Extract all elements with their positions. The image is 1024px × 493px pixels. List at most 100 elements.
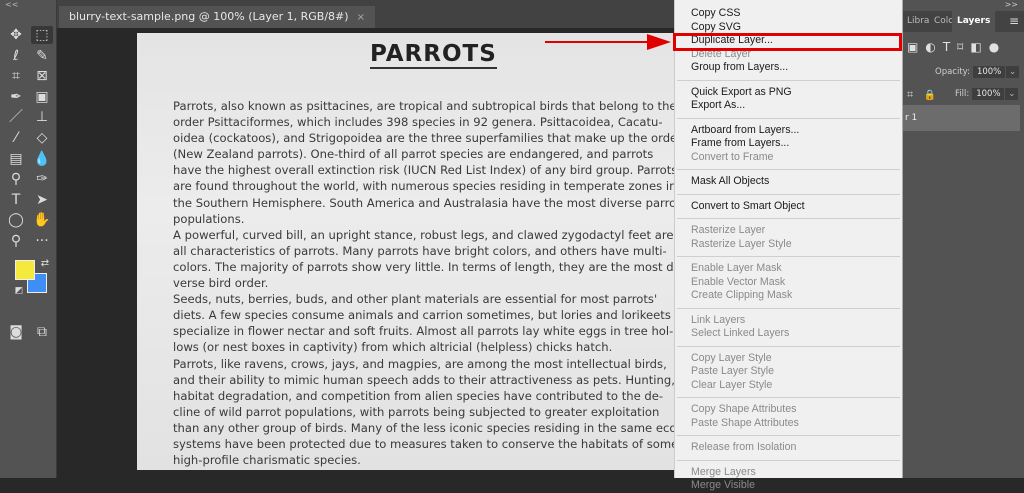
text-line: oidea (cockatoos), and Strigopoidea are … (173, 131, 677, 146)
layers-panel: >> Libra Colo Layers ≡ ▣ ◐ T ⌑ ◧ ● Opacity: 10… (903, 0, 1024, 478)
menu-item-release-from-isolation: Release from Isolation (691, 441, 797, 453)
crop-tool-icon[interactable]: ⌗ (5, 67, 27, 85)
path-selection-tool-icon[interactable]: ➤ (31, 191, 53, 209)
layer-name: r 1 (905, 113, 918, 123)
shape-filter-icon[interactable]: ⌑ (957, 40, 963, 54)
collapse-panel-button[interactable]: >> (1005, 0, 1018, 9)
menu-separator (677, 117, 900, 119)
menu-item-copy-layer-style: Copy Layer Style (691, 351, 772, 364)
fill-dropdown-icon[interactable]: ⌄ (1005, 88, 1019, 100)
text-line: A powerful, curved bill, an upright stan… (173, 227, 674, 242)
eyedropper-tool-icon[interactable]: ✒ (5, 88, 27, 106)
more-tools-icon[interactable]: ··· (31, 232, 53, 250)
menu-item-convert-to-frame: Convert to Frame (691, 150, 774, 163)
text-line: (New Zealand parrots). One-third of all … (173, 147, 654, 162)
menu-separator (677, 218, 900, 219)
text-line: populations. (173, 211, 245, 226)
gradient-tool-icon[interactable]: ▤ (5, 150, 27, 168)
document-tab-title: blurry-text-sample.png @ 100% (Layer 1, … (69, 10, 349, 23)
panel-menu-icon[interactable]: ≡ (1009, 11, 1019, 32)
fill-input[interactable]: 100% (972, 88, 1005, 100)
menu-item-copy-svg[interactable]: Copy SVG (675, 21, 902, 35)
blur-tool-icon[interactable]: 💧 (31, 150, 53, 168)
menu-item-quick-export-as-png[interactable]: Quick Export as PNG (675, 86, 902, 100)
move-tool-icon[interactable]: ✥ (5, 26, 27, 44)
lock-all-icon[interactable]: 🔒 (924, 90, 936, 101)
tab-layers[interactable]: Layers (952, 11, 996, 32)
layer-row[interactable]: r 1 (903, 105, 1020, 131)
default-colors-icon[interactable]: ◩ (8, 282, 30, 300)
document-heading: PARROTS (370, 41, 497, 69)
foreground-color-swatch-top[interactable] (15, 260, 35, 280)
hand-tool-icon[interactable]: ✋ (31, 211, 53, 229)
opacity-input[interactable]: 100% (972, 66, 1005, 78)
close-tab-icon[interactable]: × (357, 12, 365, 23)
swap-colors-icon[interactable]: ⇄ (34, 255, 56, 273)
tools-panel: << ⇄ ◩ ✥ ⬚ ℓ ✎ ⌗ ⊠ ✒ ▣ ／ ⊥ ⁄ ◇ ▤ 💧 ⚲ ✑ T ➤ ◯ ✋ ⚲ ··· ◙ ⧉ (0, 0, 57, 478)
menu-separator (677, 435, 900, 436)
eraser-tool-icon[interactable]: ◇ (31, 129, 53, 147)
menu-item-merge-layers: Merge Layers (691, 465, 756, 478)
tab-color[interactable]: Colo (934, 11, 954, 32)
menu-item-convert-to-smart-object[interactable]: Convert to Smart Object (675, 200, 902, 214)
pen-tool-icon[interactable]: ✑ (31, 170, 53, 188)
frame-tool-icon[interactable]: ⊠ (31, 67, 53, 85)
menu-item-create-clipping-mask: Create Clipping Mask (691, 289, 793, 301)
text-line: have the highest overall extinction risk… (173, 163, 677, 178)
collapse-toolbar-button[interactable]: << (5, 0, 18, 9)
text-line: colors. The majority of parrots show ver… (173, 259, 677, 274)
quick-selection-tool-icon[interactable]: ✎ (31, 47, 53, 65)
document-canvas[interactable]: PARROTS Parrots, also known as psittacin… (137, 33, 677, 470)
menu-separator (677, 345, 900, 347)
zoom-tool-icon[interactable]: ⚲ (5, 232, 27, 250)
menu-separator (677, 307, 900, 309)
menu-item-artboard-from-layers[interactable]: Artboard from Layers... (675, 124, 902, 138)
menu-separator (677, 79, 900, 81)
menu-item-group-from-layers[interactable]: Group from Layers... (675, 61, 902, 75)
menu-item-rasterize-layer: Rasterize Layer (691, 224, 766, 236)
menu-item-rasterize-layer-style: Rasterize Layer Style (691, 237, 792, 250)
menu-separator (677, 256, 900, 257)
menu-separator (677, 397, 900, 398)
menu-item-copy-css[interactable]: Copy CSS (675, 7, 902, 21)
menu-item-mask-all-objects[interactable]: Mask All Objects (675, 175, 902, 189)
image-filter-icon[interactable]: ▣ (907, 40, 918, 54)
text-line: Parrots, like ravens, crows, jays, and m… (173, 356, 667, 371)
filter-toggle-icon[interactable]: ● (989, 40, 999, 54)
menu-separator (677, 169, 900, 170)
text-line: lows (or nest boxes in captivity) from w… (173, 340, 613, 355)
text-line: and their ability to mimic human speech … (173, 372, 675, 387)
text-line: cline of wild parrot populations, with p… (173, 404, 660, 419)
menu-item-export-as[interactable]: Export As... (675, 99, 902, 113)
highlight-box-annotation (673, 33, 902, 51)
text-line: verse bird order. (173, 276, 269, 291)
tab-libraries[interactable]: Libra (907, 11, 929, 32)
menu-item-frame-from-layers[interactable]: Frame from Layers... (675, 137, 902, 151)
document-tab[interactable]: blurry-text-sample.png @ 100% (Layer 1, … (59, 6, 375, 28)
text-line: habitat degradation, and competition fro… (173, 388, 664, 403)
text-line: are found throughout the world, with num… (173, 179, 677, 194)
stamp-tool-icon[interactable]: ⊥ (31, 108, 53, 126)
marquee-tool-icon[interactable]: ⬚ (31, 26, 53, 44)
type-filter-icon[interactable]: T (943, 40, 950, 54)
healing-tool-icon[interactable]: ▣ (31, 88, 53, 106)
adjustment-filter-icon[interactable]: ◐ (925, 40, 935, 54)
text-line: diets. A few species consume animals and… (173, 308, 671, 323)
dodge-tool-icon[interactable]: ⚲ (5, 170, 27, 188)
ellipse-tool-icon[interactable]: ◯ (5, 211, 27, 229)
quick-mask-icon[interactable]: ◙ (5, 323, 27, 341)
opacity-dropdown-icon[interactable]: ⌄ (1005, 66, 1020, 78)
type-tool-icon[interactable]: T (5, 191, 27, 209)
text-line: Parrots, also known as psittacines, are … (173, 99, 677, 113)
text-line: than any other group of birds. Many of t… (173, 420, 677, 435)
smart-object-filter-icon[interactable]: ◧ (970, 40, 981, 54)
lock-artboard-icon[interactable]: ⌗ (907, 88, 913, 101)
lasso-tool-icon[interactable]: ℓ (5, 47, 27, 65)
panel-tabs: Libra Colo Layers ≡ (903, 11, 1024, 32)
text-line: Seeds, nuts, berries, buds, and other pl… (173, 292, 658, 307)
screen-mode-icon[interactable]: ⧉ (31, 323, 53, 341)
brush-tool-icon[interactable]: ／ (5, 108, 27, 126)
text-line: high-profile charismatic species. (173, 453, 361, 468)
menu-item-link-layers: Link Layers (691, 313, 746, 326)
history-brush-tool-icon[interactable]: ⁄ (5, 129, 27, 147)
